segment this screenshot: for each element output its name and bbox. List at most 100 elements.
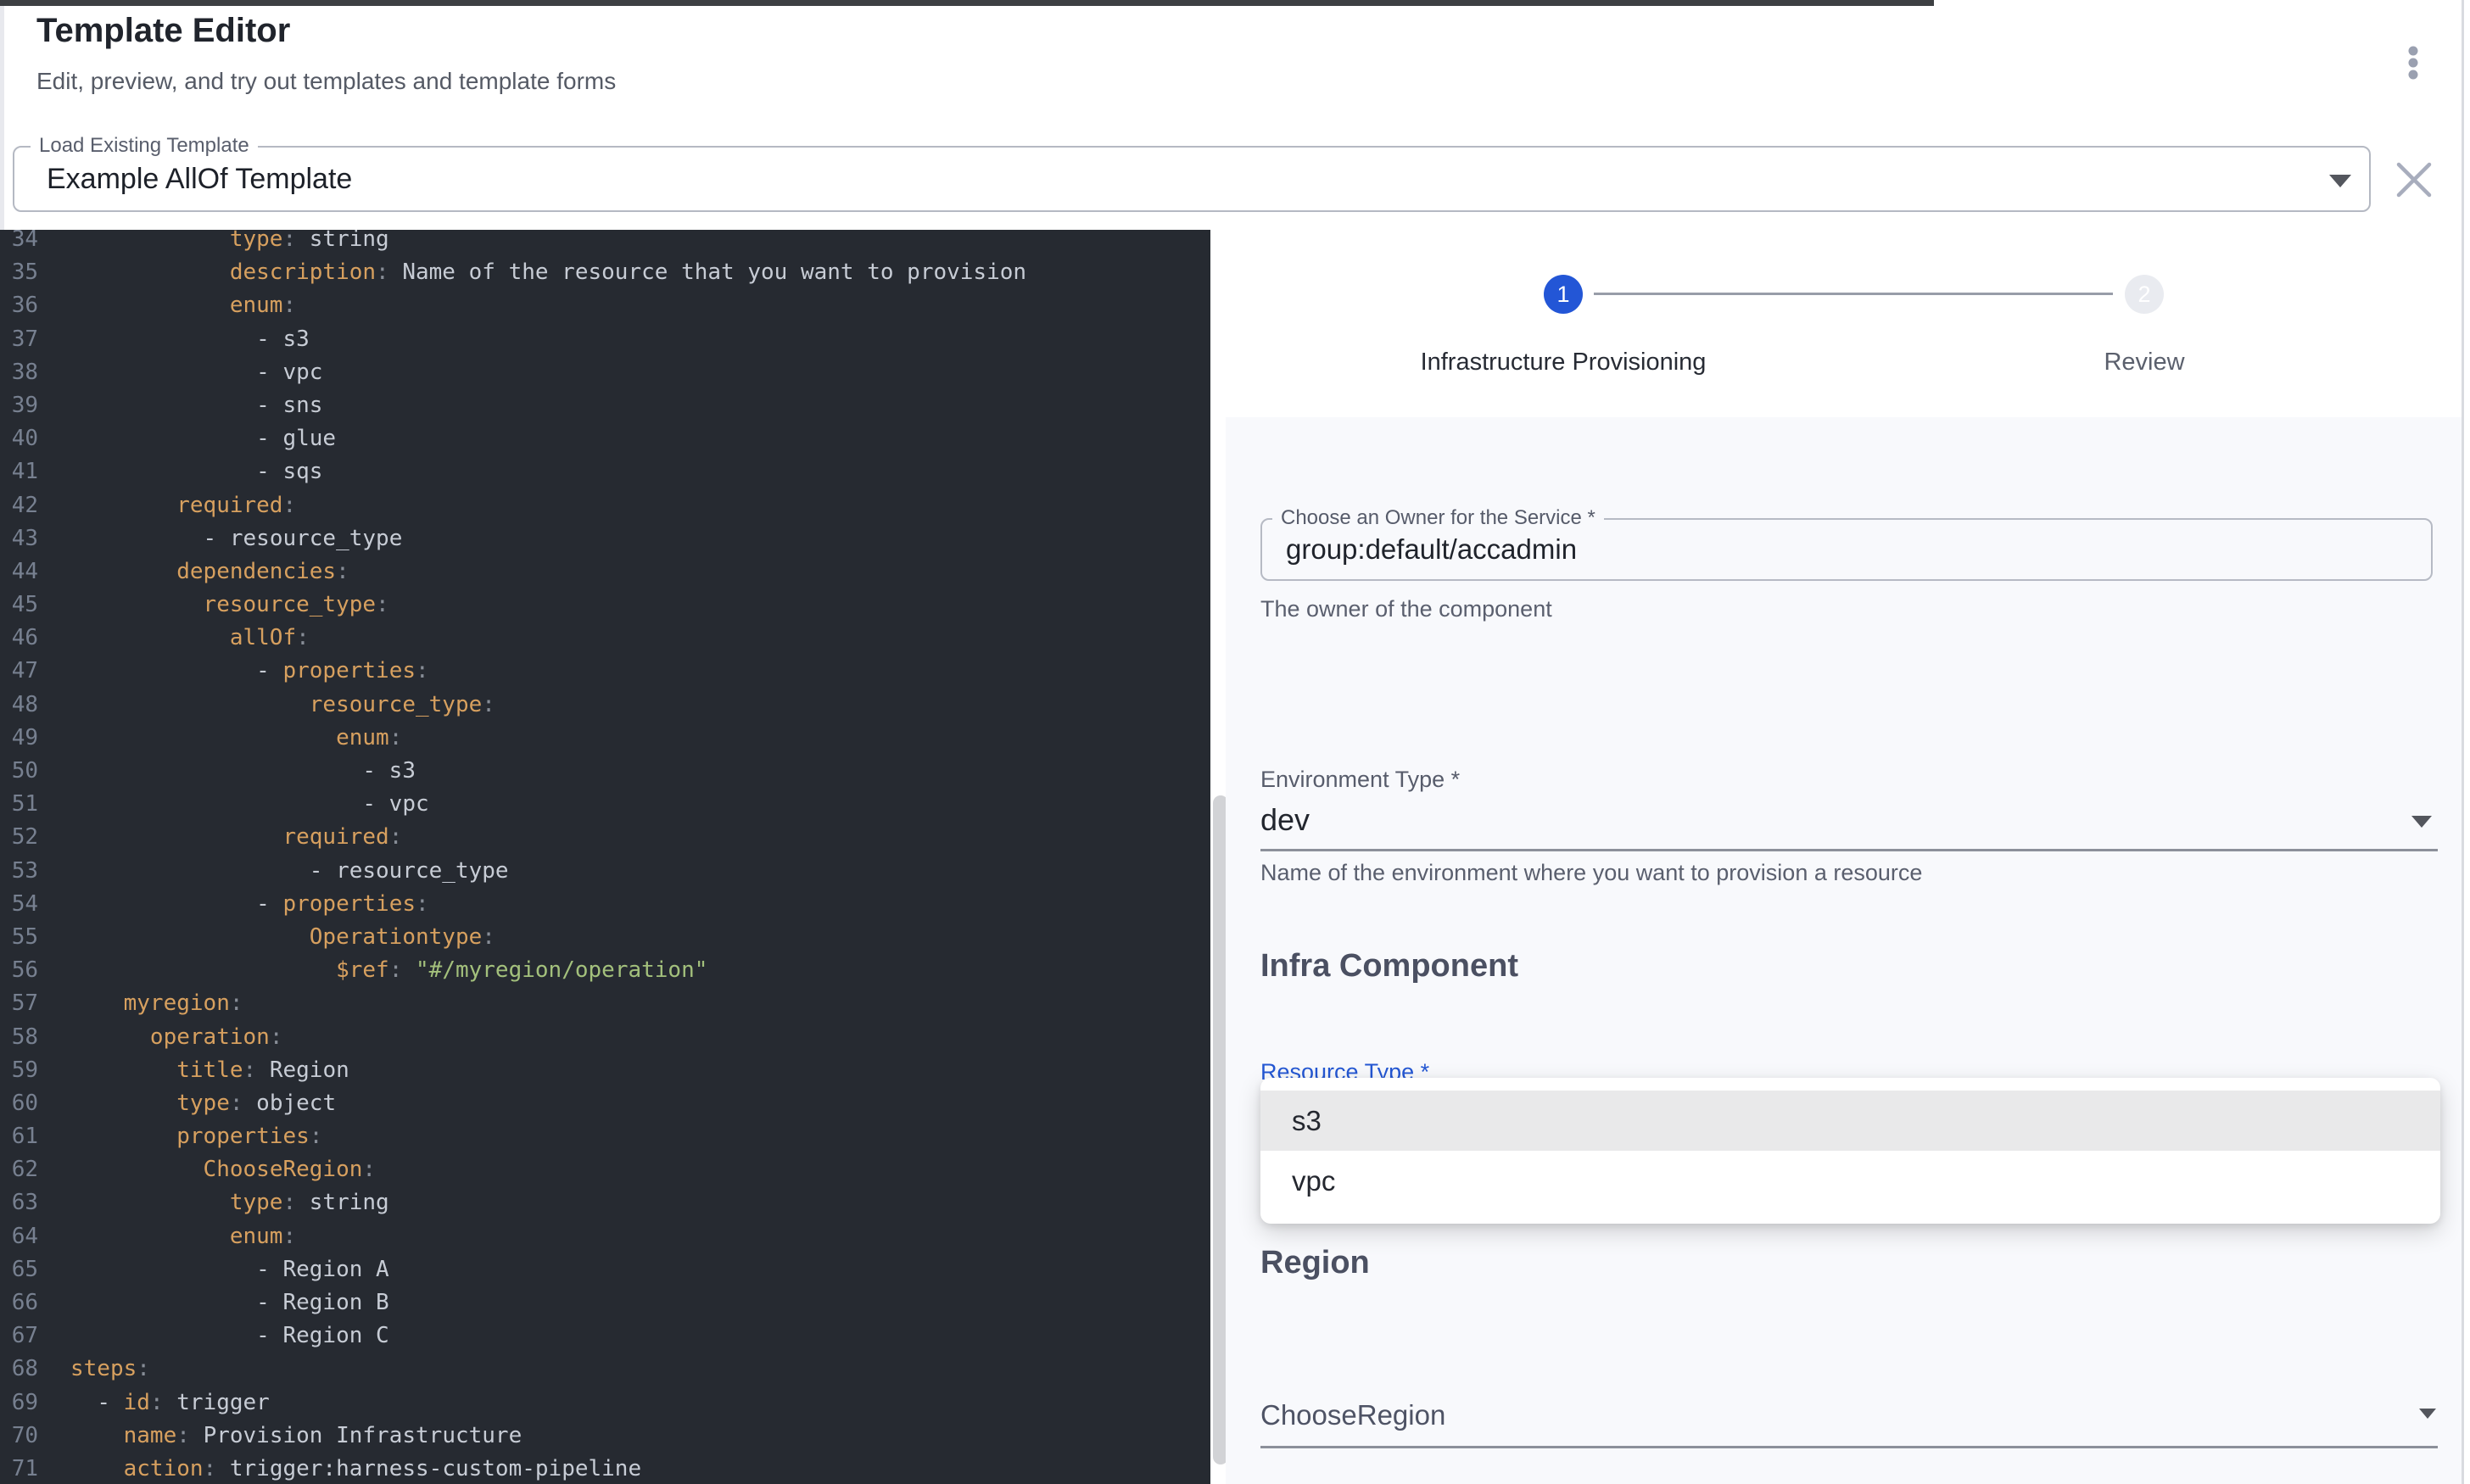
close-icon[interactable] [2394, 159, 2434, 200]
line-number: 58 [0, 1021, 38, 1054]
line-number: 71 [0, 1453, 38, 1484]
page-title: Template Editor [36, 12, 290, 50]
step-indicator-1: 1 [1544, 275, 1583, 314]
code-line: 41 - sqs [0, 455, 1210, 488]
line-number: 36 [0, 289, 38, 322]
code-text: enum: [70, 1220, 296, 1253]
code-line: 37 - s3 [0, 323, 1210, 356]
line-number: 35 [0, 256, 38, 289]
line-number: 65 [0, 1253, 38, 1286]
code-line: 54 - properties: [0, 888, 1210, 921]
line-number: 51 [0, 788, 38, 821]
code-line: 63 type: string [0, 1186, 1210, 1219]
code-text: enum: [70, 722, 402, 755]
environment-type-label: Environment Type * [1260, 767, 1460, 791]
code-line: 67 - Region C [0, 1319, 1210, 1353]
code-text: type: string [70, 230, 389, 256]
menu-option-s3[interactable]: s3 [1260, 1091, 2440, 1151]
code-text: allOf: [70, 622, 310, 655]
code-line: 44 dependencies: [0, 555, 1210, 589]
code-line: 55 Operationtype: [0, 921, 1210, 954]
code-text: - vpc [70, 788, 429, 821]
code-text: resource_type: [70, 689, 495, 722]
code-text: - s3 [70, 755, 416, 788]
line-number: 63 [0, 1186, 38, 1219]
line-number: 48 [0, 689, 38, 722]
line-number: 70 [0, 1420, 38, 1453]
code-text: - Region A [70, 1253, 389, 1286]
code-line: 59 title: Region [0, 1054, 1210, 1087]
code-line: 58 operation: [0, 1021, 1210, 1054]
line-number: 38 [0, 356, 38, 389]
chevron-down-icon [2329, 175, 2351, 187]
template-editor-page: Template Editor Edit, preview, and try o… [0, 0, 2470, 1484]
code-line: 51 - vpc [0, 788, 1210, 821]
code-line: 36 enum: [0, 289, 1210, 322]
code-text: steps: [70, 1353, 150, 1386]
line-number: 39 [0, 389, 38, 422]
owner-input-value: group:default/accadmin [1286, 533, 1577, 566]
load-template-select[interactable] [13, 146, 2371, 212]
code-line: 61 properties: [0, 1120, 1210, 1153]
owner-input-label: Choose an Owner for the Service * [1272, 506, 1604, 530]
code-line: 57 myregion: [0, 987, 1210, 1020]
code-text: - glue [70, 422, 336, 455]
code-line: 65 - Region A [0, 1253, 1210, 1286]
choose-region-select[interactable]: ChooseRegion [1260, 1398, 1445, 1432]
line-number: 53 [0, 855, 38, 888]
code-text: required: [70, 489, 296, 522]
window-left-edge [0, 6, 4, 230]
code-text: - properties: [70, 888, 429, 921]
load-template-label: Load Existing Template [31, 134, 258, 158]
chevron-down-icon [2411, 816, 2432, 828]
code-text: - vpc [70, 356, 322, 389]
menu-option-vpc[interactable]: vpc [1260, 1151, 2440, 1211]
choose-region-underline [1260, 1446, 2438, 1448]
code-line: 42 required: [0, 489, 1210, 522]
chevron-down-icon [2419, 1409, 2436, 1419]
line-number: 42 [0, 489, 38, 522]
line-number: 43 [0, 522, 38, 555]
code-text: title: Region [70, 1054, 349, 1087]
line-number: 34 [0, 230, 38, 256]
line-number: 55 [0, 921, 38, 954]
line-number: 47 [0, 655, 38, 688]
code-line: 48 resource_type: [0, 689, 1210, 722]
line-number: 50 [0, 755, 38, 788]
line-number: 57 [0, 987, 38, 1020]
code-line: 52 required: [0, 821, 1210, 854]
window-top-bar [0, 0, 1934, 6]
yaml-code-editor[interactable]: 34 type: string35 description: Name of t… [0, 230, 1210, 1484]
environment-type-select[interactable]: dev [1260, 802, 1310, 838]
line-number: 64 [0, 1220, 38, 1253]
code-line: 35 description: Name of the resource tha… [0, 256, 1210, 289]
code-text: enum: [70, 289, 296, 322]
code-text: - sns [70, 389, 322, 422]
code-line: 68steps: [0, 1353, 1210, 1386]
code-text: - id: trigger [70, 1386, 270, 1420]
code-line: 49 enum: [0, 722, 1210, 755]
environment-type-underline [1260, 849, 2438, 851]
code-text: - resource_type [70, 855, 509, 888]
region-heading: Region [1260, 1244, 1370, 1281]
code-text: action: trigger:harness-custom-pipeline [70, 1453, 641, 1484]
window-right-edge [2462, 0, 2464, 1484]
line-number: 46 [0, 622, 38, 655]
line-number: 59 [0, 1054, 38, 1087]
line-number: 61 [0, 1120, 38, 1153]
code-text: type: object [70, 1087, 336, 1120]
code-line: 45 resource_type: [0, 589, 1210, 622]
code-line: 46 allOf: [0, 622, 1210, 655]
line-number: 49 [0, 722, 38, 755]
kebab-menu-icon[interactable] [2395, 32, 2432, 93]
infra-component-heading: Infra Component [1260, 947, 1518, 985]
line-number: 45 [0, 589, 38, 622]
line-number: 67 [0, 1319, 38, 1353]
code-text: Operationtype: [70, 921, 495, 954]
code-line: 47 - properties: [0, 655, 1210, 688]
code-text: $ref: "#/myregion/operation" [70, 954, 707, 987]
code-line: 64 enum: [0, 1220, 1210, 1253]
code-line: 39 - sns [0, 389, 1210, 422]
line-number: 62 [0, 1153, 38, 1186]
line-number: 66 [0, 1286, 38, 1319]
